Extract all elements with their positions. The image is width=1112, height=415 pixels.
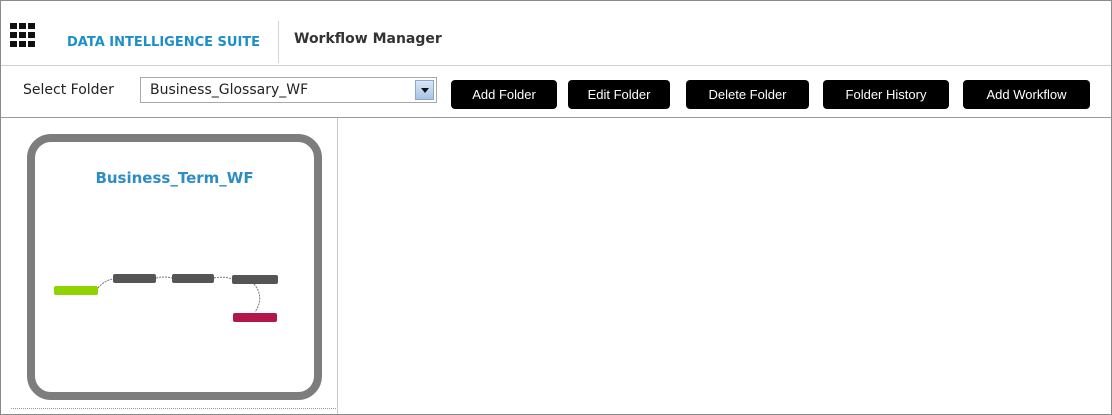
diagram-state-node: [232, 275, 278, 284]
folder-history-button[interactable]: Folder History: [823, 80, 949, 109]
folder-toolbar: Select Folder Business_Glossary_WF Add F…: [1, 66, 1111, 118]
panel-bottom-divider: [11, 408, 336, 409]
diagram-state-node: [113, 274, 156, 283]
workflow-card[interactable]: Business_Term_WF: [27, 134, 322, 400]
folder-select-dropdown[interactable]: Business_Glossary_WF: [140, 77, 437, 103]
diagram-connector: [213, 276, 233, 280]
app-grid-icon[interactable]: [10, 23, 36, 47]
app-header: DATA INTELLIGENCE SUITE Workflow Manager: [1, 1, 1111, 66]
add-workflow-button[interactable]: Add Workflow: [963, 80, 1090, 109]
module-title: Workflow Manager: [294, 31, 442, 47]
diagram-start-node: [54, 286, 98, 295]
selected-folder-value: Business_Glossary_WF: [150, 82, 309, 98]
diagram-state-node: [172, 274, 214, 283]
delete-folder-button[interactable]: Delete Folder: [686, 80, 809, 109]
workflow-list-panel: Business_Term_WF: [1, 118, 338, 414]
suite-name: DATA INTELLIGENCE SUITE: [67, 35, 261, 50]
edit-folder-button[interactable]: Edit Folder: [568, 80, 670, 109]
diagram-connector: [97, 278, 114, 289]
diagram-end-node: [233, 313, 277, 322]
add-folder-button[interactable]: Add Folder: [451, 80, 557, 109]
workflow-preview-diagram: [54, 274, 278, 322]
dropdown-arrow-icon[interactable]: [415, 80, 434, 100]
diagram-connector: [155, 276, 173, 279]
diagram-connector: [253, 283, 261, 313]
select-folder-label: Select Folder: [23, 82, 114, 98]
header-divider: [278, 21, 279, 63]
